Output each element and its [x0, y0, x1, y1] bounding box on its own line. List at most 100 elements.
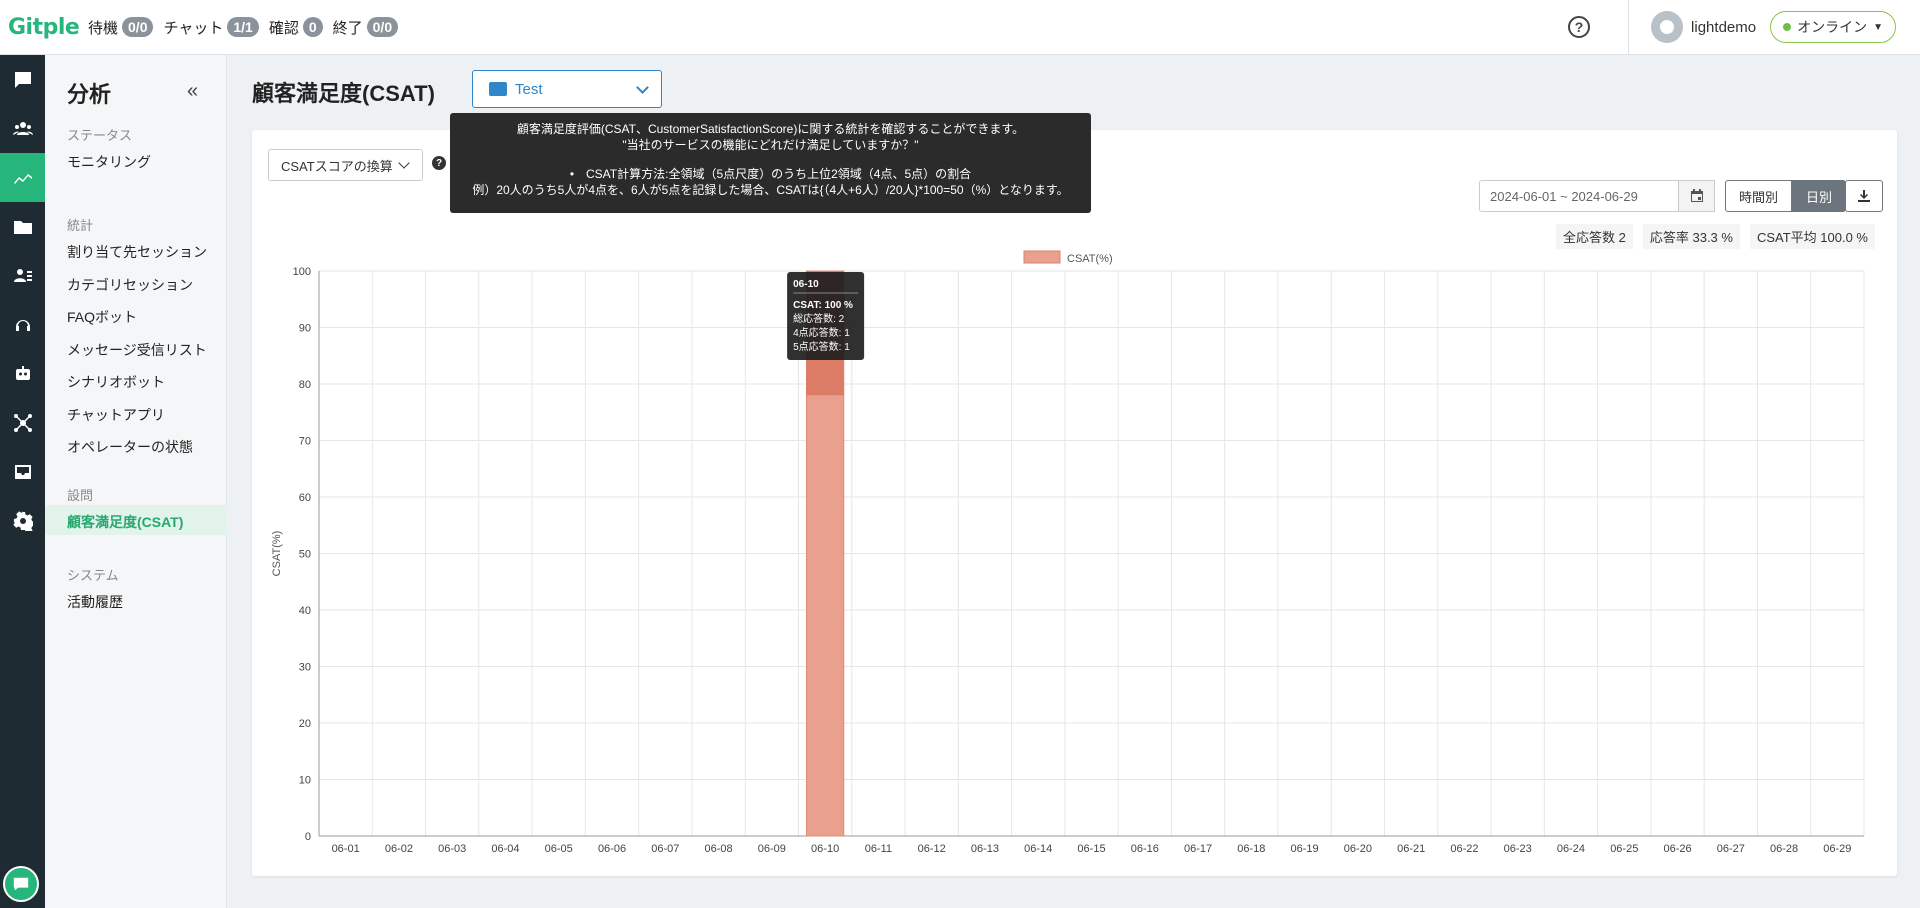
status-label: 待機 [88, 19, 119, 37]
x-tick-label: 06-06 [598, 843, 626, 855]
info-line-1: 顧客満足度評価(CSAT、CustomerSatisfactionScore)に… [516, 122, 1025, 136]
chat-icon[interactable] [0, 55, 45, 104]
sidebar-item[interactable]: 活動履歴 [67, 592, 123, 612]
x-tick-label: 06-12 [918, 843, 946, 855]
x-tick-label: 06-20 [1344, 843, 1372, 855]
y-tick-label: 90 [299, 323, 311, 335]
tooltip-line: 4点応答数: 1 [793, 326, 850, 339]
collapse-icon[interactable]: « [187, 80, 198, 103]
y-tick-label: 40 [299, 605, 311, 617]
online-dot-icon [1783, 23, 1792, 31]
icon-rail [0, 55, 45, 908]
y-tick-label: 70 [299, 436, 311, 448]
sidebar-item[interactable]: 割り当て先セッション [67, 242, 207, 262]
x-tick-label: 06-18 [1237, 843, 1265, 855]
caret-down-icon: ▼ [1873, 21, 1883, 33]
status-group: 待機 0/0 チャット 1/1 確認 0 終了 0/0 [88, 17, 399, 38]
x-tick-label: 06-03 [438, 843, 466, 855]
help-icon[interactable]: ? [1568, 16, 1591, 38]
x-tick-label: 06-23 [1504, 843, 1532, 855]
legend-label: CSAT(%) [1067, 253, 1113, 265]
sidebar-item[interactable]: FAQボット [67, 307, 137, 327]
sidebar-item[interactable]: モニタリング [67, 152, 151, 172]
tooltip-line: 総応答数: 2 [793, 312, 845, 325]
status-badge: 1/1 [227, 17, 259, 37]
online-status-button[interactable]: オンライン ▼ [1770, 11, 1896, 43]
contact-icon[interactable] [0, 251, 45, 300]
status-item[interactable]: 確認 0 [269, 17, 323, 38]
x-tick-label: 06-13 [971, 843, 999, 855]
topbar-right: ? lightdemo オンライン ▼ [1568, 0, 1920, 55]
status-label: チャット [163, 19, 224, 37]
x-tick-label: 06-07 [651, 843, 679, 855]
x-tick-label: 06-14 [1024, 843, 1052, 855]
x-tick-label: 06-16 [1131, 843, 1159, 855]
sidebar-section-title: システム [67, 568, 119, 583]
sidebar-item[interactable]: シナリオボット [67, 372, 165, 392]
legend-swatch [1023, 250, 1061, 264]
y-tick-label: 30 [299, 662, 311, 674]
sidebar-item[interactable]: オペレーターの状態 [67, 437, 193, 457]
info-line-2: "当社のサービスの機能にどれだけ満足していますか？" [622, 138, 919, 152]
csat-info-tooltip: 顧客満足度評価(CSAT、CustomerSatisfactionScore)に… [450, 113, 1091, 213]
x-tick-label: 06-29 [1823, 843, 1851, 855]
csat-chart: 0 10 20 30 40 50 60 70 80 90 100 06-01 06-02 06-03 06-… [271, 250, 1865, 855]
sidebar-item[interactable]: チャットアプリ [67, 405, 165, 425]
chat-launcher-icon[interactable] [3, 866, 39, 902]
sidebar-item[interactable]: 顧客満足度(CSAT) [67, 512, 183, 532]
y-tick-label: 0 [305, 831, 311, 843]
gitple-logo[interactable]: Gitple [0, 15, 80, 40]
sidebar-section-title: ステータス [67, 128, 133, 143]
x-tick-label: 06-08 [704, 843, 732, 855]
network-icon[interactable] [0, 398, 45, 447]
sidebar-item[interactable]: カテゴリセッション [67, 275, 193, 295]
gear-icon[interactable] [0, 496, 45, 545]
status-label: 終了 [332, 19, 363, 37]
x-tick-label: 06-27 [1717, 843, 1745, 855]
username[interactable]: lightdemo [1691, 19, 1756, 36]
status-label: 確認 [268, 19, 299, 37]
headset-icon[interactable] [0, 300, 45, 349]
divider [1628, 0, 1630, 55]
x-tick-label: 06-28 [1770, 843, 1798, 855]
avatar[interactable] [1651, 11, 1684, 43]
x-tick-label: 06-04 [491, 843, 519, 855]
y-axis-label: CSAT(%) [271, 531, 283, 577]
x-tick-label: 06-22 [1450, 843, 1478, 855]
x-tick-label: 06-05 [545, 843, 573, 855]
page-title: 顧客満足度(CSAT) [252, 81, 435, 106]
x-tick-label: 06-10 [811, 843, 839, 855]
status-badge: 0 [302, 17, 323, 37]
y-tick-label: 20 [299, 718, 311, 730]
info-gap [450, 153, 1091, 166]
sidebar-section-title: 統計 [67, 218, 94, 233]
y-tick-label: 100 [293, 266, 311, 278]
sidebar-title: 分析 [67, 82, 112, 107]
chevron-down-icon [636, 81, 649, 94]
info-line-4: 例）20人のうち5人が4点を、6人が5点を記録した場合、CSATは{（4人+6人… [472, 183, 1069, 197]
x-tick-label: 06-24 [1557, 843, 1585, 855]
top-bar: Gitple 待機 0/0 チャット 1/1 確認 0 終了 0/0 ? lightdemo … [0, 0, 1920, 55]
x-tick-label: 06-15 [1077, 843, 1105, 855]
x-tick-label: 06-19 [1291, 843, 1319, 855]
x-tick-label: 06-26 [1663, 843, 1691, 855]
bot-icon[interactable] [0, 349, 45, 398]
status-badge: 0/0 [366, 17, 399, 37]
status-item[interactable]: チャット 1/1 [163, 17, 259, 38]
x-tick-label: 06-01 [332, 843, 360, 855]
tooltip-line: CSAT: 100 % [793, 300, 853, 311]
online-label: オンライン [1797, 19, 1868, 35]
users-icon[interactable] [0, 104, 45, 153]
sidebar-section-title: 設問 [67, 488, 94, 503]
y-tick-label: 60 [299, 492, 311, 504]
status-item[interactable]: 待機 0/0 [88, 17, 154, 38]
x-tick-label: 06-17 [1184, 843, 1212, 855]
survey-dropdown[interactable]: Test [472, 70, 662, 108]
y-tick-label: 50 [299, 549, 311, 561]
sidebar-item[interactable]: メッセージ受信リスト [67, 340, 207, 360]
status-item[interactable]: 終了 0/0 [332, 17, 399, 38]
folder-icon[interactable] [0, 202, 45, 251]
inbox-icon[interactable] [0, 447, 45, 496]
analytics-sidebar: 分析 « ステータスモニタリング統計割り当て先セッション カテゴリセッション FAQ… [45, 55, 227, 908]
analytics-icon[interactable] [0, 153, 45, 202]
